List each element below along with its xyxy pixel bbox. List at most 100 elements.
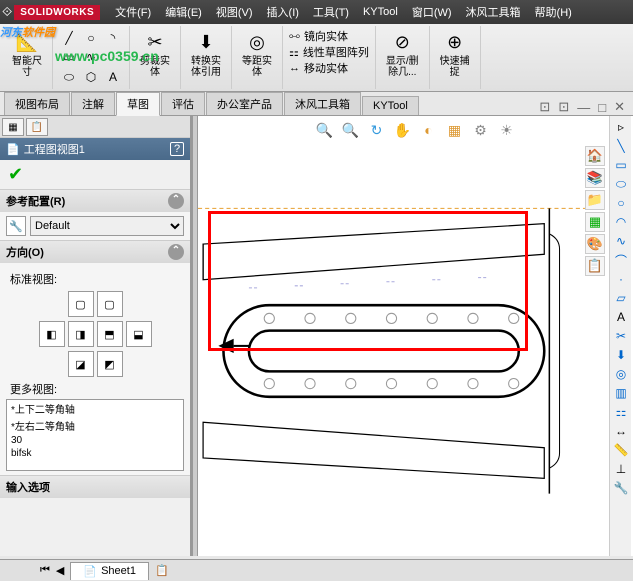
panel-help-button[interactable]: ? [170,142,184,156]
list-item[interactable]: *上下二等角轴 [7,400,183,417]
config-dropdown[interactable]: Default [30,216,184,236]
show-delete-button[interactable]: ⊘ 显示/删 除几... [382,28,423,80]
panel-tab-1[interactable]: ▦ [2,118,24,136]
view-dimetric[interactable]: ◩ [97,351,123,377]
display-button[interactable]: ▦ [445,120,465,140]
doc-maximize[interactable]: □ [598,100,606,115]
tab-annotation[interactable]: 注解 [71,92,115,115]
custom-props-tab[interactable]: 📋 [585,256,605,276]
smart-dimension-button[interactable]: 📐 智能尺 寸 [8,28,46,80]
line-tool[interactable]: ╲ [612,137,630,155]
convert-tool[interactable]: ⬇ [612,346,630,364]
view-top[interactable]: ⬒ [97,321,123,347]
tab-kytool[interactable]: KYTool [362,96,419,115]
sheet-tab[interactable]: 📄 Sheet1 [70,562,149,580]
view-iso[interactable]: ◪ [68,351,94,377]
doc-next[interactable]: ⊡ [558,99,569,115]
text-tool[interactable]: A [103,68,123,86]
rotate-button[interactable]: ↻ [367,120,387,140]
view-back[interactable]: ▢ [97,291,123,317]
sheet-nav-first[interactable]: ⏮ [40,564,50,577]
zoom-in-button[interactable]: 🔍 [315,120,335,140]
offset-tool[interactable]: ◎ [612,365,630,383]
design-library-tab[interactable]: 📚 [585,168,605,188]
dimension-tool[interactable]: 📏 [612,441,630,459]
confirm-button[interactable]: ✔ [0,160,190,189]
section-button[interactable]: ◐ [419,120,439,140]
slot-tool[interactable]: ⬭ [59,68,79,86]
menu-insert[interactable]: 插入(I) [260,4,306,20]
menu-file[interactable]: 文件(F) [108,4,158,20]
spline-tool[interactable]: ∿ [81,48,101,66]
list-item[interactable]: 30 [7,434,183,447]
circle-tool[interactable]: ○ [81,29,101,47]
polygon-tool[interactable]: ⬡ [81,68,101,86]
view-left[interactable]: ◧ [39,321,65,347]
offset-button[interactable]: ◎ 等距实 体 [238,28,276,80]
menu-kytool[interactable]: KYTool [356,6,405,18]
spline-tool[interactable]: ∿ [612,232,630,250]
convert-button[interactable]: ⬇ 转换实 体引用 [187,28,225,80]
home-tab[interactable]: 🏠 [585,146,605,166]
trim-tool[interactable]: ✂ [612,327,630,345]
pattern-tool[interactable]: ⚏ [612,403,630,421]
repair-tool[interactable]: 🔧 [612,479,630,497]
rect-tool[interactable]: ▭ [59,48,79,66]
view-right[interactable]: ◨ [68,321,94,347]
appearances-tab[interactable]: 🎨 [585,234,605,254]
fillet-tool[interactable]: ⌒ [612,251,630,269]
input-options-header[interactable]: 输入选项 [0,475,190,498]
view-palette-tab[interactable]: ▦ [585,212,605,232]
arc-tool[interactable]: ◝ [103,29,123,47]
plane-tool[interactable]: ▱ [612,289,630,307]
tab-evaluate[interactable]: 评估 [161,92,205,115]
appearance-button[interactable]: ⚙ [471,120,491,140]
tab-sketch[interactable]: 草图 [116,92,160,116]
orientation-header[interactable]: 方向(O) ⌃ [0,241,190,263]
panel-tab-2[interactable]: 📋 [26,118,48,136]
view-front[interactable]: ▢ [68,291,94,317]
sheet-nav-prev[interactable]: ◀ [56,564,64,577]
scene-button[interactable]: ☀ [497,120,517,140]
trim-button[interactable]: ✂ 剪裁实 体 [136,28,174,80]
drawing-viewport[interactable]: 🔍 🔍 ↻ ✋ ◐ ▦ ⚙ ☀ 🏠 📚 📁 ▦ 🎨 📋 ▹ ╲ ▭ ⬭ ○ ◠ … [198,116,633,556]
linear-pattern-button[interactable]: ⚏线性草图阵列 [289,44,369,60]
slot-tool[interactable]: ⬭ [612,175,630,193]
menu-help[interactable]: 帮助(H) [528,4,579,20]
menu-view[interactable]: 视图(V) [209,4,260,20]
more-views-list[interactable]: *上下二等角轴 *左右二等角轴 30 bifsk [6,399,184,471]
move-button[interactable]: ↔移动实体 [289,60,348,76]
select-tool[interactable]: ▹ [612,118,630,136]
menu-tools[interactable]: 工具(T) [306,4,356,20]
menu-window[interactable]: 窗口(W) [405,4,459,20]
menu-edit[interactable]: 编辑(E) [158,4,209,20]
tab-office[interactable]: 办公室产品 [206,92,283,115]
file-explorer-tab[interactable]: 📁 [585,190,605,210]
mirror-button[interactable]: ⧟镜向实体 [289,28,348,44]
line-tool[interactable]: ╱ [59,29,79,47]
list-item[interactable]: *左右二等角轴 [7,417,183,434]
menu-mufeng[interactable]: 沐风工具箱 [459,4,528,20]
view-bottom[interactable]: ⬓ [126,321,152,347]
circle-tool[interactable]: ○ [612,194,630,212]
tab-layout[interactable]: 视图布局 [4,92,70,115]
ref-config-header[interactable]: 参考配置(R) ⌃ [0,190,190,212]
point-tool[interactable]: · [103,48,123,66]
rectangle-tool[interactable]: ▭ [612,156,630,174]
move-tool[interactable]: ↔ [612,422,630,440]
doc-prev[interactable]: ⊡ [539,99,550,115]
quick-snap-button[interactable]: ⊕ 快速捕 捉 [436,28,474,80]
relation-tool[interactable]: ⊥ [612,460,630,478]
add-sheet-button[interactable]: 📋 [155,564,169,577]
point-tool[interactable]: · [612,270,630,288]
arc-tool[interactable]: ◠ [612,213,630,231]
doc-minimize[interactable]: — [577,100,590,115]
text-tool[interactable]: A [612,308,630,326]
doc-close[interactable]: ✕ [614,99,625,115]
tab-mufeng[interactable]: 沐风工具箱 [284,92,361,115]
list-item[interactable]: bifsk [7,447,183,460]
drawing-canvas[interactable] [198,146,585,556]
pan-button[interactable]: ✋ [393,120,413,140]
zoom-fit-button[interactable]: 🔍 [341,120,361,140]
mirror-tool[interactable]: ▥ [612,384,630,402]
